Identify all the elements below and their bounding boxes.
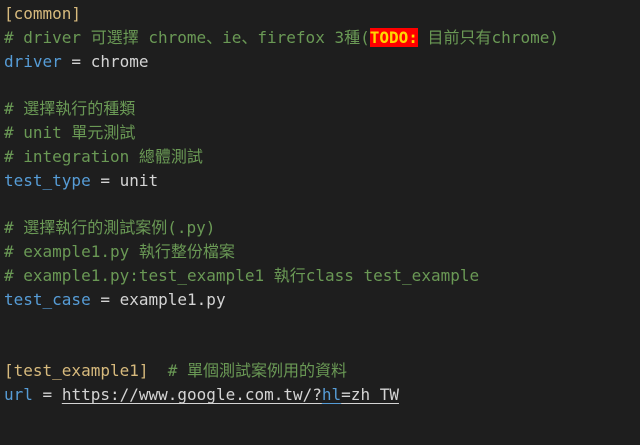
code-line-12: # example1.py:test_example1 執行class test… (4, 264, 479, 288)
code-line-3: driver = chrome (4, 50, 149, 74)
url-key: url (4, 385, 33, 404)
test-case-value: example1.py (119, 290, 226, 309)
code-line-8: test_type = unit (4, 169, 158, 193)
code-line-6: # unit 單元測試 (4, 121, 135, 145)
type-comment-2: # unit 單元測試 (4, 123, 136, 142)
example-comment: # 單個測試案例用的資料 (148, 361, 348, 380)
driver-value: chrome (90, 52, 149, 71)
test-case-key: test_case (4, 290, 91, 309)
code-line-7: # integration 總體測試 (4, 145, 203, 169)
code-editor[interactable]: [common] # driver 可選擇 chrome、ie、firefox … (0, 0, 640, 445)
code-line-10: # 選擇執行的測試案例(.py) (4, 216, 215, 240)
section-header-test-example1: [test_example1] (4, 361, 149, 380)
type-comment-1: # 選擇執行的種類 (4, 99, 136, 118)
case-comment-3: # example1.py:test_example1 執行class test… (4, 266, 480, 285)
url-param-key: hl (321, 385, 342, 404)
section-header-common: [common] (4, 4, 82, 23)
driver-equals: = (61, 52, 91, 71)
test-type-equals: = (90, 171, 120, 190)
url-value: https://www.google.com.tw/? (61, 385, 322, 404)
case-comment-2: # example1.py 執行整份檔案 (4, 242, 235, 261)
url-param-value: =zh_TW (341, 385, 399, 404)
code-line-16: [test_example1] # 單個測試案例用的資料 (4, 359, 347, 383)
driver-key: driver (4, 52, 62, 71)
case-comment-1: # 選擇執行的測試案例(.py) (4, 218, 216, 237)
type-comment-3: # integration 總體測試 (4, 147, 203, 166)
code-line-17: url = https://www.google.com.tw/?hl=zh_T… (4, 383, 399, 407)
url-link[interactable]: https://www.google.com.tw/?hl=zh_TW (62, 385, 399, 404)
code-line-13: test_case = example1.py (4, 288, 226, 312)
driver-comment-tail: 目前只有chrome) (417, 28, 559, 47)
code-line-2: # driver 可選擇 chrome、ie、firefox 3種(TODO: … (4, 26, 559, 50)
code-line-11: # example1.py 執行整份檔案 (4, 240, 235, 264)
test-type-value: unit (119, 171, 159, 190)
driver-comment: # driver 可選擇 chrome、ie、firefox 3種( (4, 28, 370, 47)
code-line-5: # 選擇執行的種類 (4, 97, 135, 121)
test-type-key: test_type (4, 171, 91, 190)
todo-highlight: TODO: (369, 28, 418, 47)
code-line-1: [common] (4, 2, 81, 26)
url-equals: = (32, 385, 62, 404)
test-case-equals: = (90, 290, 120, 309)
